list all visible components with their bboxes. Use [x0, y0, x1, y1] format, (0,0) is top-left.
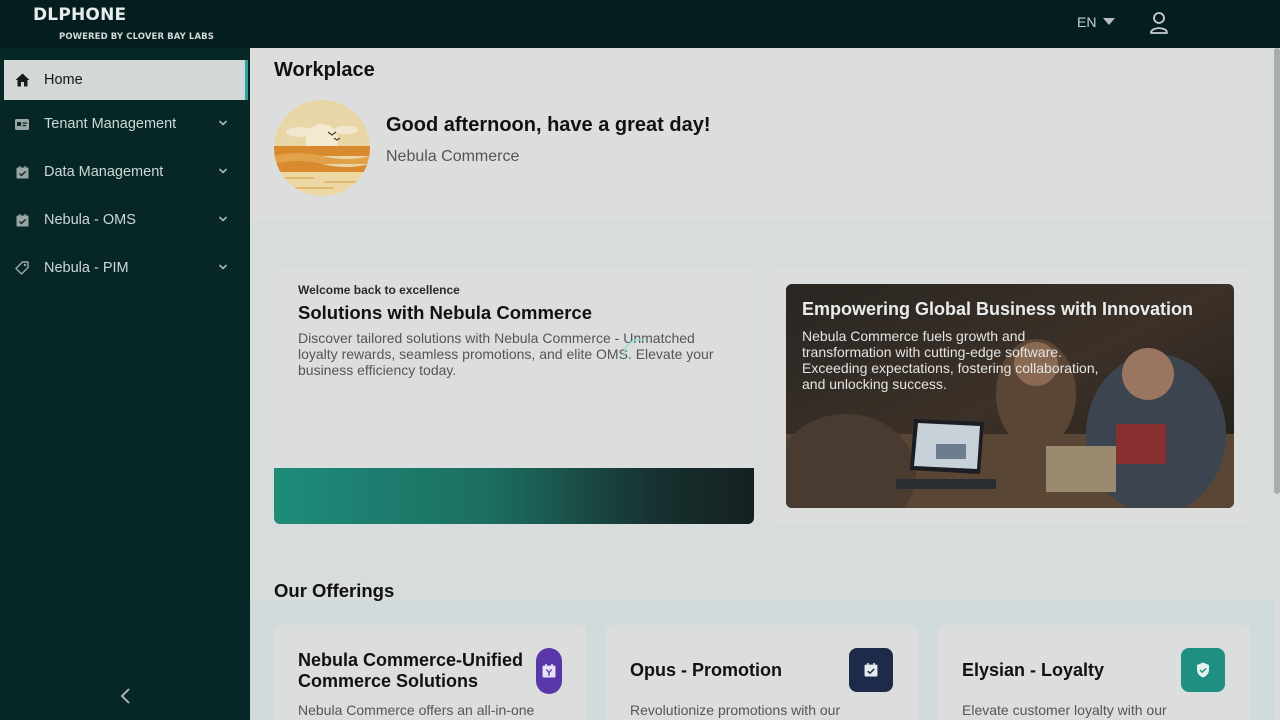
workplace-header: Workplace Good afternoon, have a great d…: [250, 48, 1274, 220]
offering-card-nebula-commerce[interactable]: Nebula Commerce-Unified Commerce Solutio…: [274, 625, 586, 720]
offering-card-elysian-loyalty[interactable]: Elysian - Loyalty Elevate customer loyal…: [938, 625, 1250, 720]
sidebar: Home Tenant Management Data Management N…: [0, 48, 250, 720]
offering-title-line2: Commerce Solutions: [298, 671, 479, 691]
welcome-card: Welcome back to excellence Solutions wit…: [274, 268, 754, 524]
tag-icon: [14, 260, 30, 276]
top-header: DLPHONE POWERED BY CLOVER BAY LABS EN: [0, 0, 1280, 48]
id-card-icon: [14, 116, 30, 132]
brand-logo[interactable]: DLPHONE: [33, 5, 126, 25]
chevron-down-icon: [218, 120, 228, 126]
loading-spinner-icon: [622, 338, 645, 357]
sidebar-item-nebula-pim[interactable]: Nebula - PIM: [4, 248, 248, 288]
calendar-check-icon: [849, 648, 893, 692]
sidebar-item-label: Nebula - PIM: [44, 260, 129, 276]
sidebar-item-label: Nebula - OMS: [44, 212, 136, 228]
caret-down-icon: [1103, 17, 1116, 25]
chevron-down-icon: [218, 264, 228, 270]
language-selector[interactable]: EN: [1077, 14, 1116, 30]
company-name: Nebula Commerce: [386, 148, 520, 165]
hero-card: Empowering Global Business with Innovati…: [770, 268, 1250, 524]
sidebar-item-label: Data Management: [44, 164, 164, 180]
page-title: Workplace: [274, 59, 375, 81]
calendar-icon: [536, 648, 562, 694]
welcome-card-title: Solutions with Nebula Commerce: [298, 302, 592, 323]
offering-description: Nebula Commerce offers an all-in-one: [298, 702, 535, 718]
greeting-heading: Good afternoon, have a great day!: [386, 114, 711, 136]
offering-title-line1: Opus - Promotion: [630, 660, 782, 680]
chevron-down-icon: [218, 216, 228, 222]
sidebar-item-data-management[interactable]: Data Management: [4, 152, 248, 192]
hero-title: Empowering Global Business with Innovati…: [802, 299, 1194, 319]
welcome-card-text: Discover tailored solutions with Nebula …: [298, 330, 714, 378]
calendar-check-icon: [14, 164, 30, 180]
sidebar-item-home[interactable]: Home: [4, 60, 248, 100]
brand-tagline: POWERED BY CLOVER BAY LABS: [59, 32, 214, 42]
welcome-eyebrow: Welcome back to excellence: [298, 283, 460, 297]
language-label: EN: [1077, 14, 1097, 30]
offerings-title: Our Offerings: [274, 580, 395, 601]
welcome-card-gradient-bar: [274, 468, 754, 524]
sidebar-item-label: Home: [44, 72, 83, 88]
offering-description: Elevate customer loyalty with our: [962, 702, 1167, 718]
chevron-down-icon: [218, 168, 228, 174]
home-icon: [14, 72, 30, 88]
main-content: Workplace Good afternoon, have a great d…: [250, 48, 1280, 720]
offering-title-line1: Elysian - Loyalty: [962, 660, 1105, 680]
user-icon[interactable]: [1148, 11, 1170, 35]
offering-title-line1: Nebula Commerce-Unified: [298, 650, 524, 670]
offering-card-opus-promotion[interactable]: Opus - Promotion Revolutionize promotion…: [606, 625, 918, 720]
sidebar-item-label: Tenant Management: [44, 116, 177, 132]
chevron-left-icon[interactable]: [116, 686, 136, 706]
hero-text: Nebula Commerce fuels growth and transfo…: [802, 328, 1099, 392]
sunset-avatar-illustration: [274, 100, 370, 196]
shield-check-icon: [1181, 648, 1225, 692]
hero-image: Empowering Global Business with Innovati…: [786, 284, 1234, 508]
main-scrollbar[interactable]: [1274, 48, 1280, 494]
offering-description: Revolutionize promotions with our: [630, 702, 841, 718]
sidebar-item-nebula-oms[interactable]: Nebula - OMS: [4, 200, 248, 240]
sidebar-item-tenant-management[interactable]: Tenant Management: [4, 104, 248, 144]
calendar-check-icon: [14, 212, 30, 228]
